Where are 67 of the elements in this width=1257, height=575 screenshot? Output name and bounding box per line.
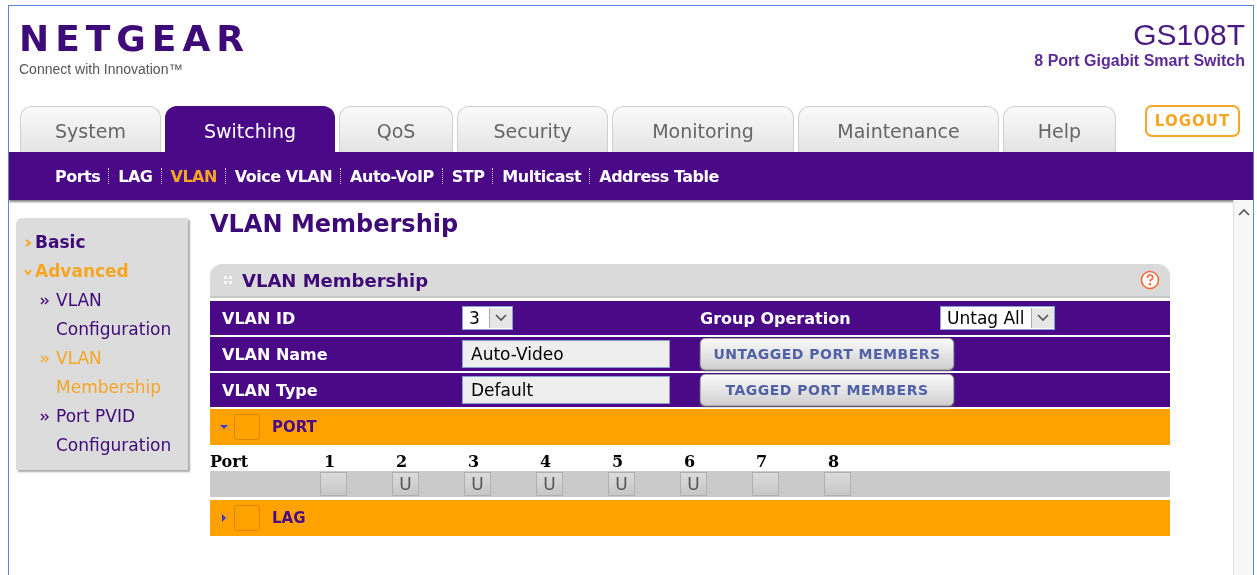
- port-toggle[interactable]: U: [680, 472, 707, 496]
- subnav-link[interactable]: STP: [443, 166, 493, 186]
- chevron-right-icon: [24, 238, 32, 247]
- members-button[interactable]: TAGGED PORT MEMBERS: [700, 374, 954, 406]
- checkbox-icon[interactable]: [234, 505, 260, 531]
- port-number: 7: [755, 452, 769, 471]
- dropdown[interactable]: Untag All: [940, 306, 1055, 330]
- help-icon[interactable]: [1140, 270, 1160, 290]
- checkbox-icon[interactable]: [234, 414, 260, 440]
- model-description: 8 Port Gigabit Smart Switch: [1034, 52, 1245, 70]
- subnav-link[interactable]: Multicast: [494, 166, 590, 186]
- port-toggle[interactable]: U: [464, 472, 491, 496]
- port-toggle[interactable]: U: [392, 472, 419, 496]
- nav-tab[interactable]: Help: [1003, 106, 1116, 152]
- port-number: 6: [683, 452, 697, 471]
- subnav-link[interactable]: Ports: [47, 166, 109, 186]
- port-toggle[interactable]: U: [608, 472, 635, 496]
- port-toggle[interactable]: U: [536, 472, 563, 496]
- sidebar-link[interactable]: Port PVID Configuration: [24, 402, 188, 460]
- nav-tab[interactable]: Maintenance: [798, 106, 999, 152]
- port-toggle[interactable]: [752, 472, 779, 496]
- nav-tab[interactable]: QoS: [339, 106, 453, 152]
- section-header[interactable]: LAG: [210, 500, 1170, 536]
- caret-down-icon: [220, 423, 228, 431]
- scroll-up-icon[interactable]: [1237, 208, 1250, 216]
- port-number: 5: [611, 452, 625, 471]
- subnav-link[interactable]: VLAN: [162, 166, 225, 186]
- field-label: VLAN ID: [221, 308, 297, 328]
- sidebar-item[interactable]: Basic: [24, 228, 188, 257]
- members-button[interactable]: UNTAGGED PORT MEMBERS: [700, 338, 954, 370]
- field-label: Group Operation: [699, 308, 852, 328]
- chevron-down-icon: [1036, 314, 1049, 322]
- port-number: 2: [395, 452, 409, 471]
- port-toggle[interactable]: [824, 472, 851, 496]
- field-label: VLAN Name: [221, 344, 329, 364]
- column-label: Port: [210, 452, 250, 471]
- model-name: GS108T: [1133, 20, 1245, 50]
- caret-right-icon: [220, 514, 228, 522]
- port-number: 3: [467, 452, 481, 471]
- port-number: 4: [539, 452, 553, 471]
- dropdown[interactable]: 3: [462, 306, 513, 330]
- subnav-link[interactable]: Auto-VoIP: [342, 166, 442, 186]
- nav-tab[interactable]: Switching: [165, 106, 335, 152]
- grip-icon: [224, 276, 232, 284]
- port-toggle[interactable]: [320, 472, 347, 496]
- subnav-link[interactable]: Address Table: [591, 166, 727, 186]
- chevron-down-icon: [495, 314, 507, 322]
- double-chevron-icon: [40, 412, 50, 422]
- subnav-link[interactable]: Voice VLAN: [226, 166, 341, 186]
- port-number: 1: [323, 452, 337, 471]
- nav-tab[interactable]: Security: [457, 106, 608, 152]
- section-header[interactable]: PORT: [210, 409, 1170, 445]
- field-label: VLAN Type: [221, 380, 319, 400]
- sidebar-link[interactable]: VLAN Configuration: [24, 286, 188, 344]
- port-number: 8: [827, 452, 841, 471]
- page-title: VLAN Membership: [210, 210, 460, 238]
- text-field[interactable]: Default: [462, 376, 670, 404]
- double-chevron-icon: [40, 354, 50, 364]
- subnav-link[interactable]: LAG: [110, 166, 161, 186]
- logo: NETGEAR: [19, 20, 250, 58]
- panel-title: VLAN Membership: [242, 269, 430, 291]
- nav-tab[interactable]: System: [20, 106, 161, 152]
- chevron-down-icon: [24, 267, 32, 276]
- text-field[interactable]: Auto-Video: [462, 340, 670, 368]
- nav-tab[interactable]: Monitoring: [612, 106, 794, 152]
- double-chevron-icon: [40, 296, 50, 306]
- tagline: Connect with Innovation™: [19, 61, 183, 77]
